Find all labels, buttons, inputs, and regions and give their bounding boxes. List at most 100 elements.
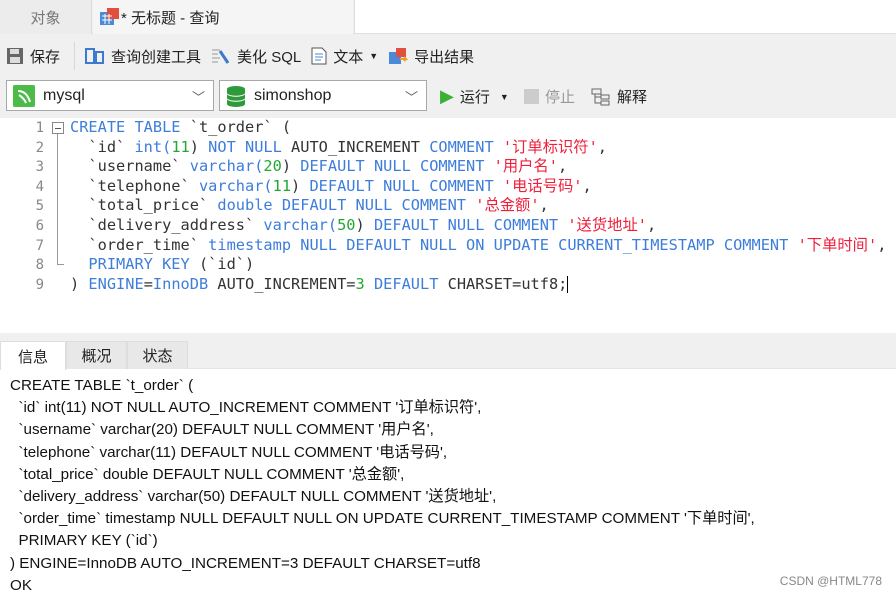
save-label: 保存 (30, 48, 61, 66)
info-line: `order_time` timestamp NULL DEFAULT NULL… (10, 510, 755, 528)
code-token-keyword: CREATE TABLE (70, 118, 190, 136)
code-token-number: 11 (272, 176, 292, 195)
code-token-string: '订单标识符' (502, 137, 598, 156)
code-token-identifier: , (539, 196, 549, 215)
connection-bar: mysql ﹀ simonshop ﹀ ▶ 运行 ▼ 停止 解释 (0, 78, 896, 118)
caret-down-icon[interactable]: ▼ (500, 92, 509, 102)
query-toolbar: 保存 查询创建工具 美化 SQL 文本 ▼ 导出结果 (0, 34, 896, 78)
code-line: `order_time` timestamp NULL DEFAULT NULL… (70, 236, 886, 256)
code-token-string: '用户名' (493, 157, 558, 176)
code-token-number: 3 (355, 274, 365, 293)
code-token-number: 50 (337, 215, 356, 234)
code-token-keyword: varchar( (189, 157, 264, 176)
tab-profile-label: 概况 (81, 348, 112, 365)
code-token-identifier: `t_order` ( (189, 118, 292, 136)
info-output: CREATE TABLE `t_order` ( `id` int(11) NO… (10, 375, 755, 597)
info-line: `delivery_address` varchar(50) DEFAULT N… (10, 488, 497, 506)
code-token-keyword: DEFAULT (364, 274, 448, 293)
line-number: 7 (35, 237, 44, 254)
sql-editor[interactable]: 1 2 3 4 5 6 7 8 9 CREATE TABLE `t_order` ( `id` … (0, 118, 896, 333)
tab-query[interactable]: * 无标题 - 查询 (93, 0, 353, 34)
query-builder-button[interactable]: 查询创建工具 (85, 46, 201, 67)
code-token-identifier: `username` (70, 157, 190, 176)
code-token-string: '送货地址' (567, 215, 647, 234)
mysql-connection-icon (13, 84, 35, 107)
info-line: CREATE TABLE `t_order` ( (10, 377, 194, 394)
text-button[interactable]: 文本 ▼ (311, 46, 378, 67)
code-token-identifier: ) (355, 215, 374, 234)
stop-button[interactable]: 停止 (524, 86, 575, 107)
code-token-keyword: DEFAULT NULL COMMENT (300, 157, 494, 176)
save-button[interactable]: 保存 (6, 46, 60, 67)
line-number: 4 (35, 178, 44, 195)
code-token-keyword: InnoDB (152, 274, 218, 293)
code-token-number: 11 (171, 137, 190, 156)
code-token-keyword: int( (134, 137, 172, 156)
info-line: PRIMARY KEY (`id`) (10, 532, 158, 550)
caret-down-icon[interactable]: ▼ (369, 51, 378, 61)
line-number: 6 (35, 218, 44, 234)
code-token-keyword: DEFAULT NULL COMMENT (373, 215, 568, 234)
sql-code[interactable]: CREATE TABLE `t_order` ( `id` int(11) NO… (70, 118, 886, 294)
export-results-button[interactable]: 导出结果 (388, 46, 474, 67)
query-table-icon (100, 8, 119, 25)
tab-status[interactable]: 状态 (127, 341, 188, 369)
code-token-identifier: ) (189, 137, 209, 156)
tab-status-label: 状态 (142, 348, 173, 365)
beautify-sql-button[interactable]: 美化 SQL (211, 46, 301, 67)
code-token-identifier: = (143, 274, 153, 293)
text-cursor (567, 275, 569, 293)
save-icon (7, 48, 23, 64)
code-token-identifier: , (582, 176, 592, 195)
document-tab-bar: 对象 * 无标题 - 查询 (0, 0, 896, 34)
code-token-string: '电话号码' (502, 176, 583, 195)
code-token-keyword: varchar( (198, 176, 273, 195)
explain-button[interactable]: 解释 (591, 86, 647, 107)
fold-line (57, 134, 58, 264)
code-token-identifier: `delivery_address` (70, 215, 264, 234)
run-button[interactable]: ▶ 运行 ▼ (440, 86, 509, 107)
line-number: 8 (35, 257, 44, 274)
code-token-keyword: PRIMARY KEY (88, 255, 199, 274)
tab-profile[interactable]: 概况 (66, 341, 127, 369)
code-token-string: '下单时间' (797, 235, 878, 254)
code-token-identifier: AUTO_INCREMENT= (217, 274, 356, 293)
code-token-identifier: , (877, 235, 887, 254)
explain-icon (591, 88, 610, 105)
line-number: 9 (35, 276, 44, 293)
query-builder-icon (85, 48, 105, 64)
code-line: `id` int(11) NOT NULL AUTO_INCREMENT COM… (70, 138, 886, 158)
tab-info[interactable]: 信息 (0, 341, 66, 370)
chevron-down-icon: ﹀ (404, 90, 418, 105)
tab-bar-empty (354, 0, 896, 33)
database-select[interactable]: simonshop ﹀ (219, 80, 427, 111)
fold-line-end (57, 264, 64, 265)
info-line: `telephone` varchar(11) DEFAULT NULL COM… (10, 443, 448, 461)
info-line: `total_price` double DEFAULT NULL COMMEN… (10, 465, 405, 483)
line-number: 5 (35, 198, 44, 215)
line-number: 1 (35, 120, 44, 136)
text-label: 文本 (333, 48, 364, 66)
text-document-icon (311, 47, 327, 65)
code-token-keyword: timestamp NULL DEFAULT NULL ON UPDATE CU… (208, 235, 798, 254)
info-line: `username` varchar(20) DEFAULT NULL COMM… (10, 421, 434, 439)
code-token-keyword: DEFAULT NULL COMMENT (309, 176, 503, 195)
code-line: ) ENGINE=InnoDB AUTO_INCREMENT=3 DEFAULT… (70, 275, 886, 295)
code-token-identifier: ) (70, 274, 89, 293)
code-token-number: 20 (263, 157, 282, 176)
code-line: `telephone` varchar(11) DEFAULT NULL COM… (70, 177, 886, 197)
export-icon (389, 48, 409, 64)
tab-query-label: * 无标题 - 查询 (121, 9, 220, 27)
toolbar-divider (74, 42, 76, 70)
code-token-identifier (70, 255, 88, 273)
code-token-identifier: `order_time` (70, 235, 209, 254)
info-line: ) ENGINE=InnoDB AUTO_INCREMENT=3 DEFAULT… (10, 554, 481, 572)
tab-objects[interactable]: 对象 (0, 0, 92, 34)
code-token-identifier: `telephone` (70, 176, 199, 195)
database-icon (226, 85, 246, 107)
code-token-identifier: AUTO_INCREMENT (291, 137, 430, 156)
fold-collapse-icon[interactable] (52, 122, 64, 134)
connection-select[interactable]: mysql ﹀ (6, 80, 214, 111)
code-line: `delivery_address` varchar(50) DEFAULT N… (70, 216, 886, 236)
code-token-identifier: , (597, 137, 608, 156)
